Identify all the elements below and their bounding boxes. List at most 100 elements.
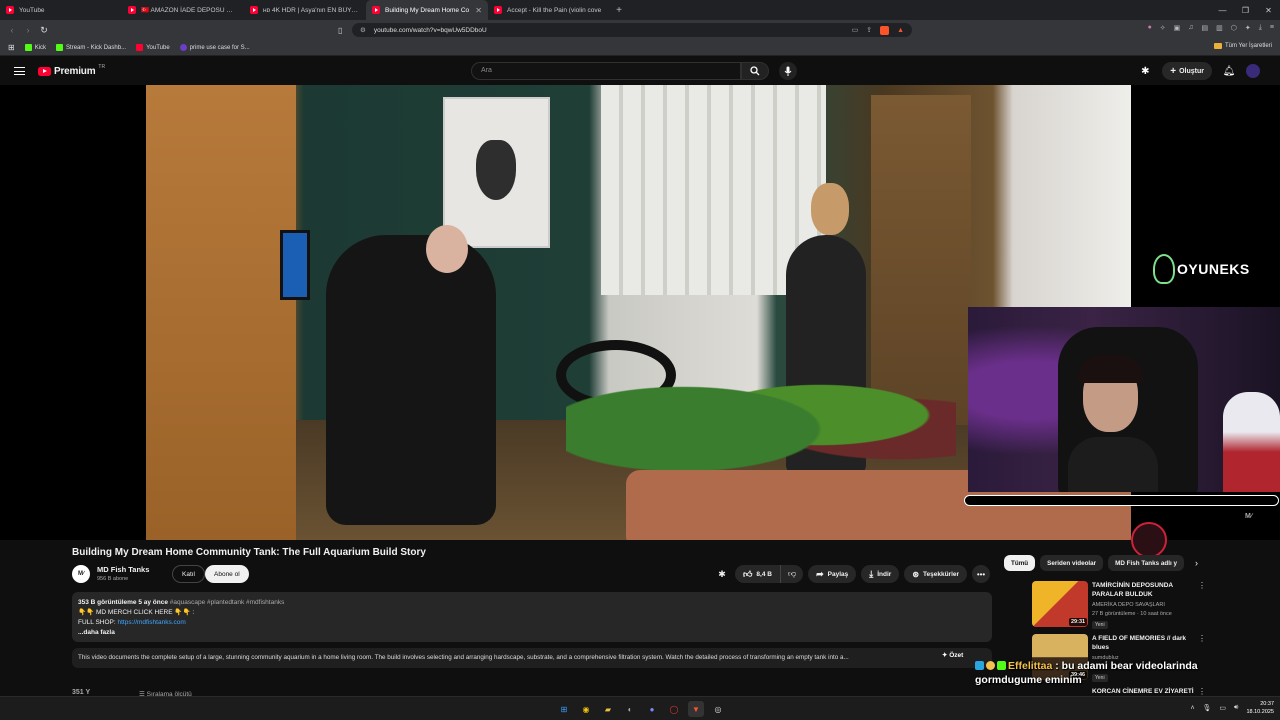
more-vertical-icon[interactable]: ⋮ bbox=[1198, 634, 1206, 643]
share-icon[interactable]: ⇪ bbox=[866, 26, 872, 34]
opera-icon[interactable]: ◯ bbox=[666, 701, 682, 717]
obs-icon[interactable]: ◎ bbox=[710, 701, 726, 717]
shop-link[interactable]: https://mdfishtanks.com bbox=[118, 619, 186, 626]
brave-icon[interactable]: ▼ bbox=[688, 701, 704, 717]
file-explorer-icon[interactable]: ▰ bbox=[600, 701, 616, 717]
chrome-icon[interactable]: ◉ bbox=[578, 701, 594, 717]
brave-rewards-icon[interactable]: ▲ bbox=[897, 27, 904, 34]
chip-series-videos[interactable]: Seriden videolar bbox=[1040, 555, 1104, 571]
microphone-tray-icon[interactable]: 🎙︎ bbox=[1203, 704, 1212, 712]
wallet-icon[interactable]: ▥ bbox=[1216, 24, 1223, 32]
sidebar-icon[interactable]: ▣ bbox=[1174, 24, 1181, 32]
bookmark-kick-dashboard[interactable]: Stream - Kick Dashb... bbox=[56, 44, 126, 51]
close-tab-icon[interactable]: ✕ bbox=[475, 6, 482, 15]
recommendation-title[interactable]: KORCAN CİNEMRE EV ZİYARETİ bbox=[1092, 687, 1197, 696]
more-vertical-icon[interactable]: ⋮ bbox=[1198, 581, 1206, 590]
gear-icon[interactable]: ✱ bbox=[1138, 66, 1152, 77]
windows-start-icon[interactable]: ⊞ bbox=[556, 701, 572, 717]
chat-badge-icon bbox=[986, 661, 995, 670]
back-icon[interactable]: ‹ bbox=[4, 25, 20, 35]
description-shop-label: FULL SHOP: bbox=[78, 619, 118, 626]
recommendation-item[interactable]: KORCAN CİNEMRE EV ZİYARETİ ⋮ bbox=[1032, 687, 1212, 696]
extension-icon[interactable]: ● bbox=[1148, 24, 1152, 32]
hashtags[interactable]: #aquascape #plantedtank #mdfishtanks bbox=[170, 599, 285, 606]
channel-avatar[interactable]: M∕ bbox=[72, 565, 90, 583]
brave-shield-icon[interactable] bbox=[880, 25, 890, 35]
show-more-link[interactable]: ...daha fazla bbox=[78, 628, 986, 638]
dislike-button[interactable]: 👎︎ bbox=[781, 565, 803, 583]
tab-4k-hdr-asya[interactable]: ʜᴅ 4K HDR | Asya'nın EN BÜYÜK Akva bbox=[244, 0, 366, 20]
share-button[interactable]: ➦ Paylaş bbox=[808, 565, 857, 583]
chip-all[interactable]: Tümü bbox=[1004, 555, 1036, 571]
video-title: Building My Dream Home Community Tank: T… bbox=[72, 547, 426, 558]
reload-icon[interactable]: ↻ bbox=[36, 25, 52, 36]
steam-icon[interactable]: ◐ bbox=[622, 701, 638, 717]
clock[interactable]: 20:37 18.10.2025 bbox=[1246, 700, 1274, 716]
forward-icon[interactable]: › bbox=[20, 25, 36, 35]
channel-name[interactable]: MD Fish Tanks bbox=[97, 565, 149, 574]
bookmark-star-icon[interactable]: ▯ bbox=[338, 26, 342, 35]
chat-message-line-1: : bu adami bear videolarinda bbox=[1052, 660, 1198, 672]
chevron-up-icon[interactable]: ˄ bbox=[1190, 705, 1194, 712]
more-actions-button[interactable]: ••• bbox=[972, 565, 991, 583]
youtube-favicon-icon bbox=[494, 6, 502, 14]
puzzle-icon[interactable]: ✧ bbox=[1160, 24, 1166, 32]
thanks-button[interactable]: ⊛ Teşekkürler bbox=[904, 565, 968, 583]
minimize-icon[interactable]: — bbox=[1211, 0, 1234, 20]
tab-youtube[interactable]: YouTube bbox=[0, 0, 122, 20]
subscribe-button[interactable]: Abone ol bbox=[205, 565, 249, 583]
panel-icon[interactable]: ▤ bbox=[1202, 24, 1209, 32]
bookmark-favicon-icon bbox=[179, 44, 187, 51]
window-controls: — ❐ ✕ bbox=[1211, 0, 1280, 20]
youtube-favicon-icon bbox=[128, 6, 136, 14]
tab-amazon-iade[interactable]: 🇹🇷 AMAZON İADE DEPOSU 🇹🇷 🤑 Ka bbox=[122, 0, 244, 20]
new-tab-button[interactable]: + bbox=[610, 0, 628, 20]
account-avatar[interactable] bbox=[1246, 64, 1260, 78]
url-field[interactable]: ▯ ⚙ youtube.com/watch?v=bqwUw5DDboU ▭ ⇪ … bbox=[338, 23, 912, 37]
recommendation-channel[interactable]: AMERİKA DEPO SAVAŞLARI bbox=[1092, 602, 1165, 608]
bookmark-youtube[interactable]: YouTube bbox=[136, 44, 170, 51]
description-box[interactable]: 353 B görüntüleme 5 ay önce #aquascape #… bbox=[72, 592, 992, 642]
music-icon[interactable]: ♫ bbox=[1188, 24, 1193, 32]
tab-label: Building My Dream Home Co bbox=[385, 6, 470, 14]
youtube-logo[interactable]: Premium TR bbox=[38, 64, 105, 77]
join-button[interactable]: Katıl bbox=[172, 565, 206, 583]
maximize-icon[interactable]: ❐ bbox=[1234, 0, 1257, 20]
apps-grid-icon[interactable]: ⊞ bbox=[8, 43, 15, 52]
cast-icon[interactable]: ▭ bbox=[852, 26, 859, 34]
voice-search-button[interactable] bbox=[779, 62, 797, 80]
download-icon[interactable]: ⤓ bbox=[1259, 24, 1262, 32]
share-arrow-icon: ➦ bbox=[816, 568, 824, 579]
bookmark-prime-use-case[interactable]: prime use case for S... bbox=[179, 44, 250, 51]
bookmark-kick[interactable]: Kick bbox=[24, 44, 46, 51]
like-button[interactable]: 👍︎ 8,4 B bbox=[735, 565, 781, 583]
more-vertical-icon[interactable]: ⋮ bbox=[1198, 687, 1206, 696]
gear-icon[interactable]: ✱ bbox=[714, 569, 730, 580]
all-bookmarks-folder[interactable]: Tüm Yer İşaretleri bbox=[1213, 43, 1272, 49]
channel-watermark[interactable]: M∕ bbox=[1245, 513, 1252, 520]
menu-icon[interactable]: ≡ bbox=[1270, 24, 1274, 32]
chip-channel-videos[interactable]: MD Fish Tanks adlı y bbox=[1108, 555, 1184, 571]
close-window-icon[interactable]: ✕ bbox=[1257, 0, 1280, 20]
download-button[interactable]: ⤓ İndir bbox=[861, 565, 900, 583]
network-icon[interactable]: ▭ bbox=[1219, 704, 1226, 712]
chat-badge-icon bbox=[975, 661, 984, 670]
create-button[interactable]: + Oluştur bbox=[1162, 62, 1212, 80]
recommendation-title[interactable]: A FIELD OF MEMORIES // dark blues bbox=[1092, 634, 1197, 652]
bell-icon[interactable]: 🔔︎ bbox=[1222, 66, 1236, 77]
hamburger-menu-icon[interactable] bbox=[14, 67, 25, 75]
volume-icon[interactable]: 🔊︎ bbox=[1234, 704, 1238, 712]
leo-icon[interactable]: ✦ bbox=[1245, 24, 1251, 32]
summary-button[interactable]: ✦ Özet bbox=[942, 651, 963, 659]
recommendation-title[interactable]: TAMİRCİNİN DEPOSUNDA PARALAR BULDUK bbox=[1092, 581, 1197, 599]
search-button[interactable] bbox=[741, 62, 769, 80]
search-input[interactable]: Ara bbox=[471, 62, 741, 80]
scene-door bbox=[146, 85, 296, 540]
chevron-right-icon[interactable]: › bbox=[1195, 558, 1198, 568]
discord-icon[interactable]: ● bbox=[644, 701, 660, 717]
tab-accept-kill-the-pain[interactable]: Accept - Kill the Pain (violin cove bbox=[488, 0, 610, 20]
recommendation-item[interactable]: 29:31 TAMİRCİNİN DEPOSUNDA PARALAR BULDU… bbox=[1032, 581, 1212, 631]
site-info-icon[interactable]: ⚙ bbox=[360, 26, 366, 34]
tab-building-dream-home[interactable]: Building My Dream Home Co ✕ bbox=[366, 0, 488, 20]
vpn-icon[interactable]: ⬡ bbox=[1231, 24, 1237, 32]
